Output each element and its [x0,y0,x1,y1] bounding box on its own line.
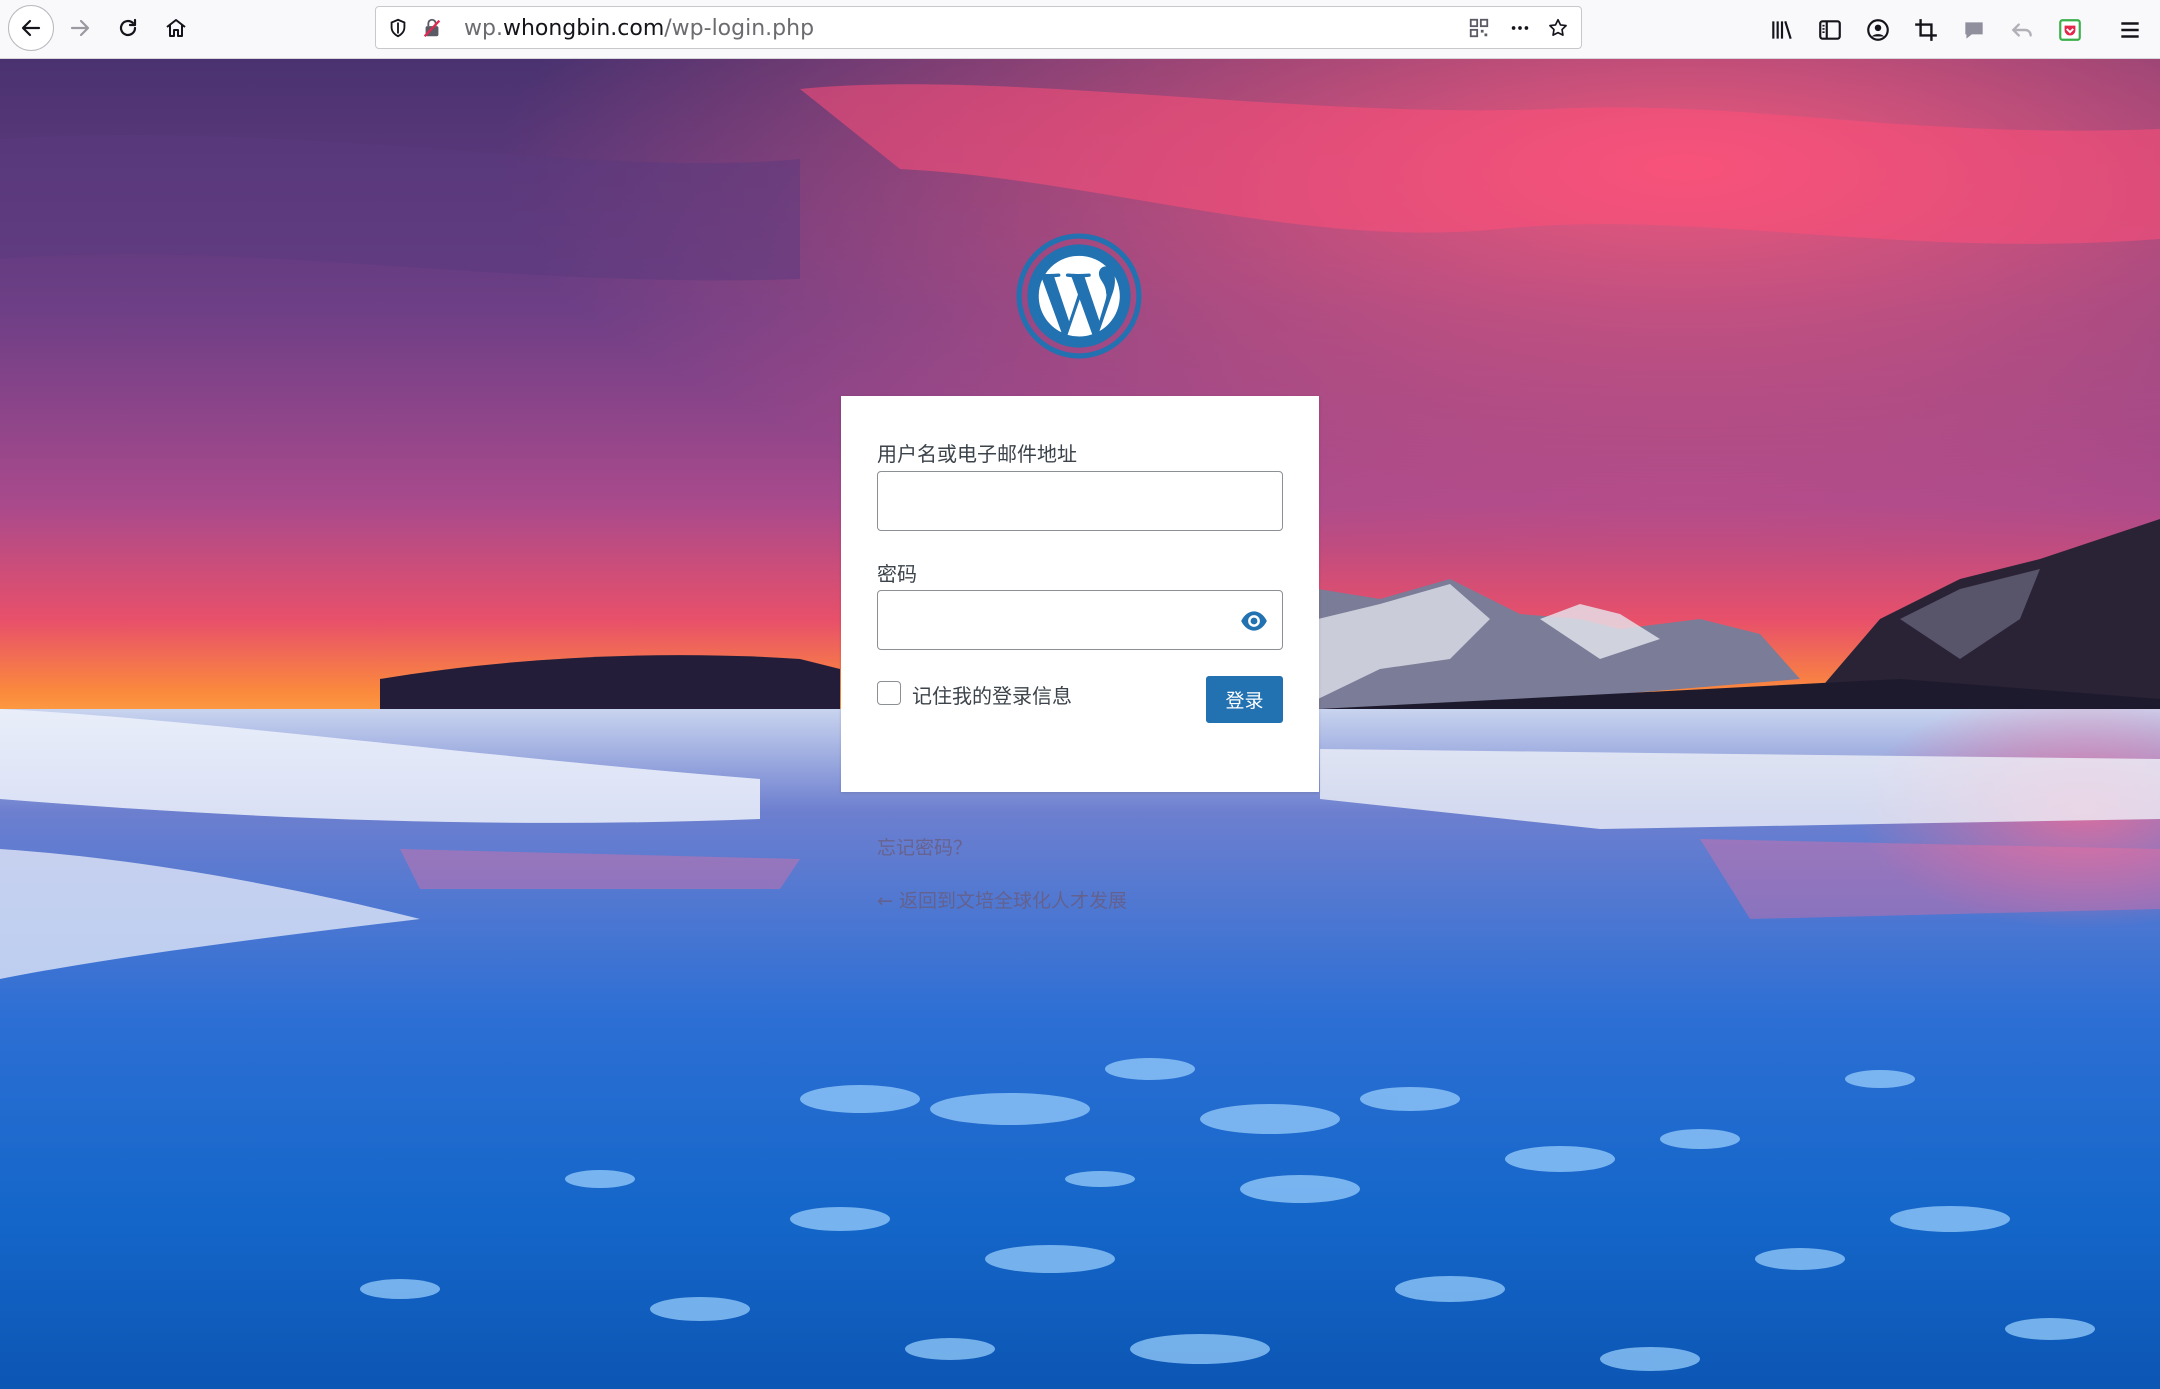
back-arrow-icon [21,19,41,37]
username-label: 用户名或电子邮件地址 [877,442,1077,466]
shield-icon[interactable] [386,16,410,40]
hamburger-menu-icon[interactable] [2116,16,2144,44]
username-input[interactable] [877,471,1283,531]
url-domain: whongbin.com [502,16,665,41]
forward-button[interactable] [60,8,100,48]
wordpress-logo-icon [1016,233,1142,359]
more-dots-icon[interactable] [1508,16,1532,40]
wordpress-logo[interactable] [1016,233,1142,359]
undo-icon[interactable] [2008,16,2036,44]
library-icon[interactable] [1768,16,1796,44]
reload-button[interactable] [108,8,148,48]
home-icon [166,19,186,37]
account-icon[interactable] [1864,16,1892,44]
url-prefix: wp. [464,16,503,41]
crop-icon[interactable] [1912,16,1940,44]
insecure-lock-icon[interactable] [420,16,444,40]
password-input[interactable] [877,590,1283,650]
login-submit-button[interactable]: 登录 [1206,676,1283,723]
login-form: 用户名或电子邮件地址 密码 记住我的登录信息 登录 [841,396,1319,792]
star-icon[interactable] [1546,16,1570,40]
forward-arrow-icon [70,19,90,37]
password-label: 密码 [877,562,917,586]
home-button[interactable] [156,8,196,48]
reload-icon [119,18,137,37]
url-text: wp.whongbin.com/wp-login.php [464,16,814,41]
remember-me-checkbox[interactable] [877,681,901,705]
chat-bubble-icon[interactable] [1960,16,1988,44]
eye-icon [1241,611,1267,631]
qr-code-icon[interactable] [1467,16,1491,40]
remember-me-label[interactable]: 记住我的登录信息 [912,680,1072,709]
address-bar[interactable]: wp.whongbin.com/wp-login.php [375,6,1582,49]
back-button[interactable] [8,5,54,51]
url-path: /wp-login.php [664,16,815,41]
pocket-icon[interactable] [2056,16,2084,44]
lost-password-link[interactable]: 忘记密码？ [877,833,972,860]
back-to-site-link[interactable]: ← 返回到文培全球化人才发展 [877,886,1127,913]
sidebar-icon[interactable] [1816,16,1844,44]
show-password-button[interactable] [1236,603,1272,639]
browser-toolbar: wp.whongbin.com/wp-login.php [0,0,2160,59]
